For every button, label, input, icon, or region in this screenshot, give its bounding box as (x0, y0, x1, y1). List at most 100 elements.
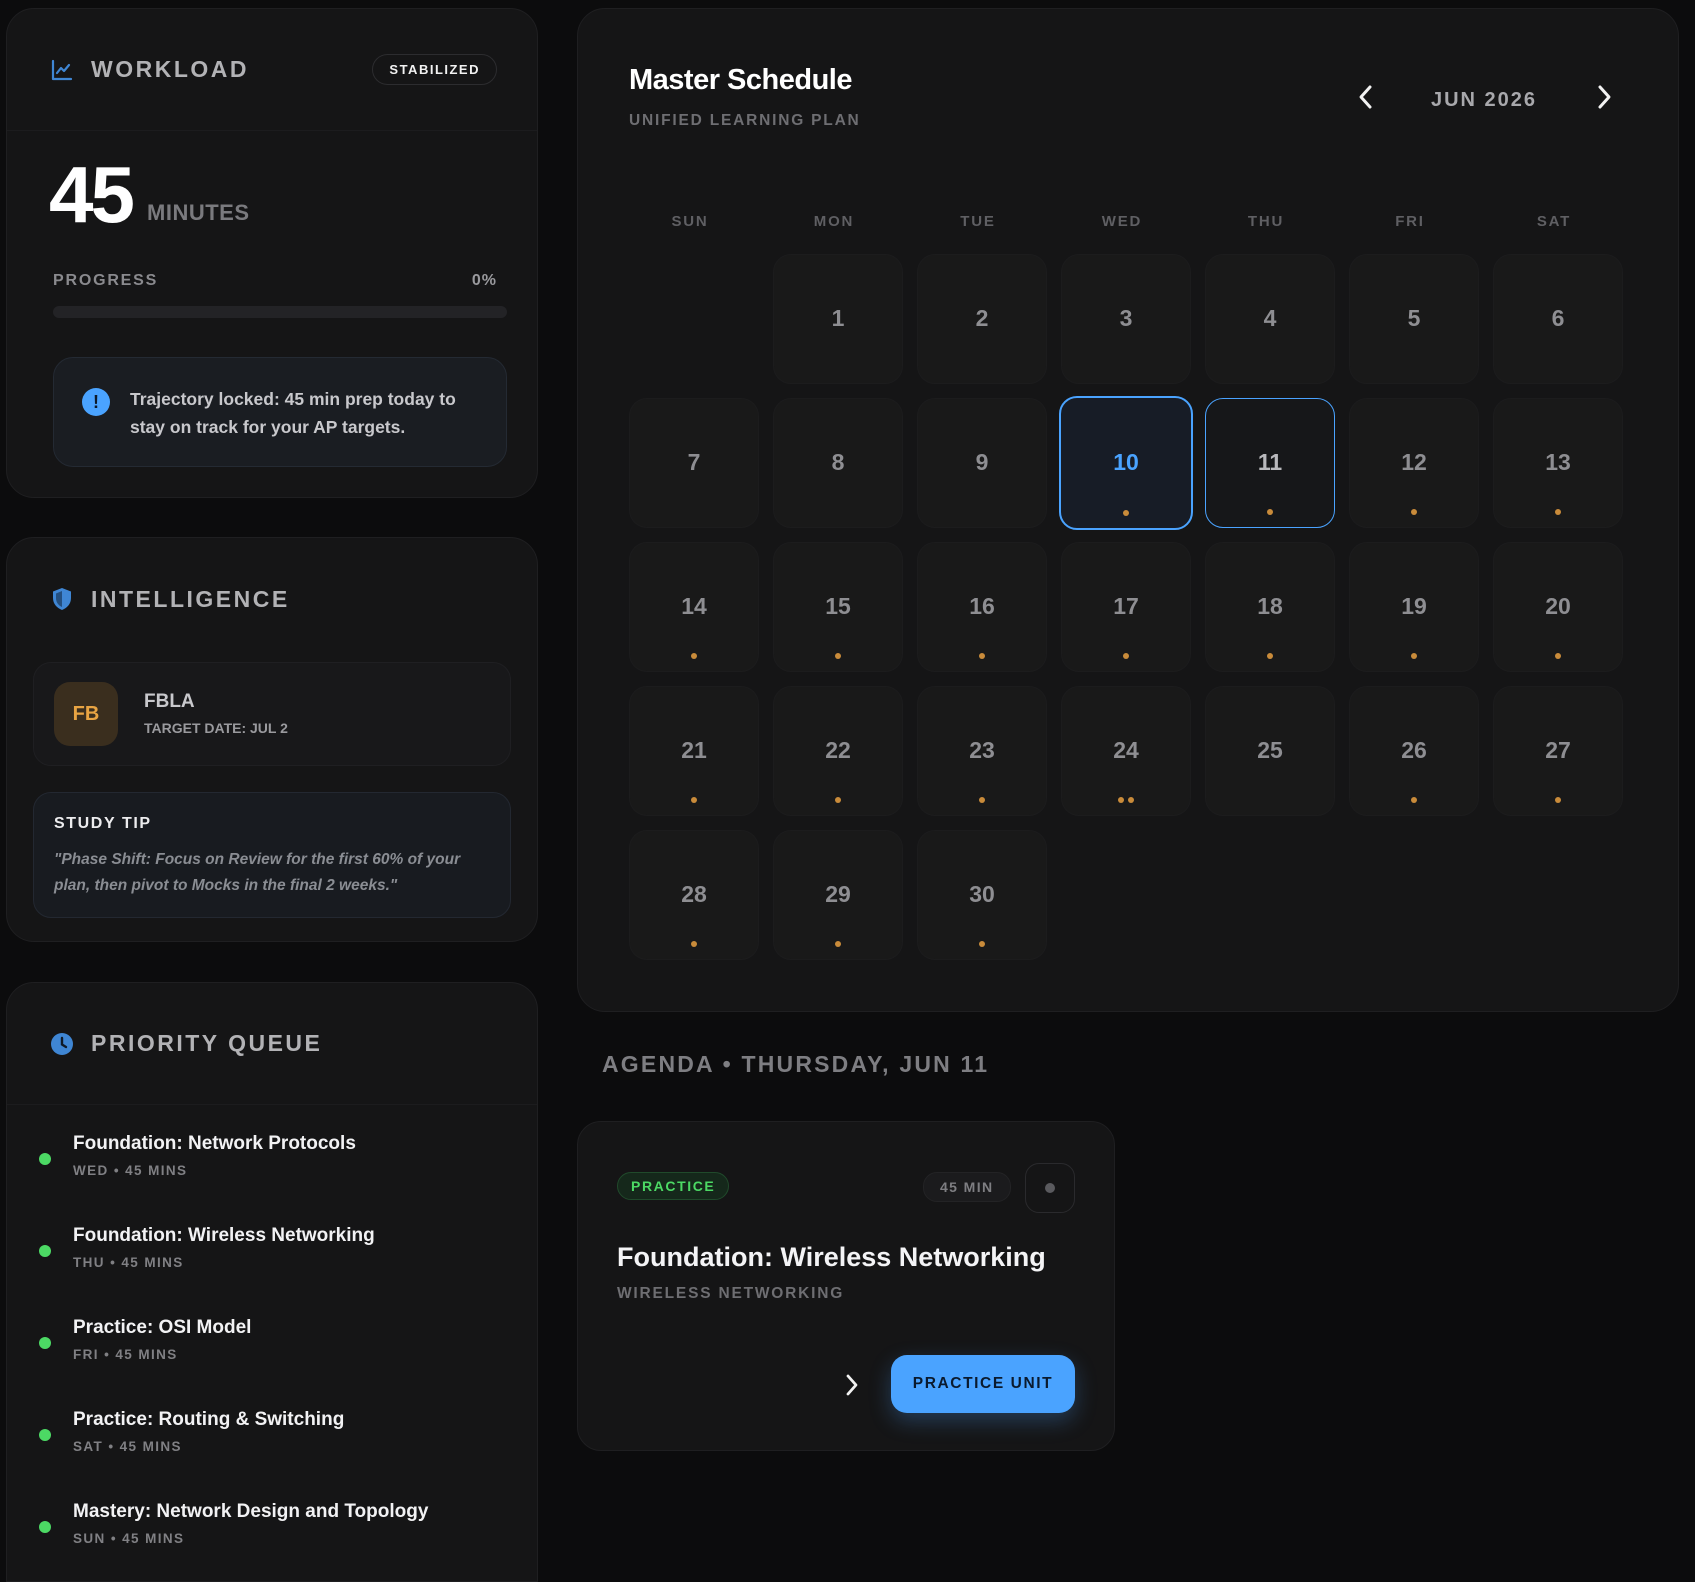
day-number: 29 (825, 880, 851, 907)
calendar-day[interactable]: 28 (629, 830, 759, 960)
session-dot (979, 797, 985, 803)
queue-item-title: Mastery: Network Design and Topology (73, 1501, 429, 1522)
calendar-day[interactable]: 3 (1061, 254, 1191, 384)
weekday-label: SAT (1536, 213, 1572, 230)
duration-badge: 45 MIN (923, 1172, 1011, 1202)
queue-item-meta: FRI • 45 MINS (73, 1347, 178, 1362)
session-dots (1494, 797, 1622, 803)
expand-button[interactable] (836, 1369, 868, 1401)
session-dots (630, 797, 758, 803)
study-tip-title: STUDY TIP (54, 815, 152, 832)
calendar-day[interactable]: 25 (1205, 686, 1335, 816)
calendar-day[interactable]: 17 (1061, 542, 1191, 672)
session-dots (1062, 653, 1190, 659)
session-dots (918, 653, 1046, 659)
session-dot (835, 941, 841, 947)
calendar-day[interactable]: 27 (1493, 686, 1623, 816)
session-dots (918, 797, 1046, 803)
day-number: 20 (1545, 592, 1571, 619)
intelligence-panel: INTELLIGENCE FB FBLA TARGET DATE: JUL 2 … (6, 537, 538, 942)
calendar-day[interactable]: 5 (1349, 254, 1479, 384)
day-number: 17 (1113, 592, 1139, 619)
status-dot (39, 1337, 51, 1349)
calendar-day[interactable]: 15 (773, 542, 903, 672)
agenda-item-subtitle: WIRELESS NETWORKING (617, 1285, 845, 1302)
avatar: FB (54, 682, 118, 746)
agenda-card: PRACTICE 45 MIN Foundation: Wireless Net… (577, 1121, 1115, 1451)
weekday-label: TUE (960, 213, 996, 230)
target-card[interactable]: FB FBLA TARGET DATE: JUL 2 (33, 662, 511, 766)
session-dot (691, 797, 697, 803)
calendar-day[interactable]: 6 (1493, 254, 1623, 384)
target-name: FBLA (144, 691, 195, 712)
calendar-day[interactable]: 20 (1493, 542, 1623, 672)
calendar-day[interactable]: 18 (1205, 542, 1335, 672)
trajectory-alert: ! Trajectory locked: 45 min prep today t… (53, 357, 507, 467)
list-item[interactable]: Foundation: Wireless Networking THU • 45… (39, 1225, 519, 1285)
calendar-day[interactable]: 30 (917, 830, 1047, 960)
weekday-label: THU (1247, 213, 1285, 230)
complete-toggle-button[interactable] (1025, 1163, 1075, 1213)
priority-queue-panel: PRIORITY QUEUE Foundation: Network Proto… (6, 982, 538, 1582)
calendar-day[interactable]: 8 (773, 398, 903, 528)
session-dot (1411, 653, 1417, 659)
day-number: 6 (1551, 304, 1565, 331)
weekday-label: SUN (671, 213, 709, 230)
calendar-day[interactable]: 2 (917, 254, 1047, 384)
practice-tag: PRACTICE (617, 1172, 730, 1200)
day-number: 11 (1257, 448, 1283, 475)
calendar-day-today[interactable]: 10 (1059, 396, 1193, 530)
intelligence-header: INTELLIGENCE (7, 538, 537, 660)
prev-month-button[interactable] (1349, 81, 1381, 113)
session-dot (1123, 510, 1129, 516)
list-item[interactable]: Mastery: Network Design and Topology SUN… (39, 1501, 519, 1561)
session-dots (1350, 509, 1478, 515)
session-dots (630, 653, 758, 659)
calendar-day[interactable]: 24 (1061, 686, 1191, 816)
session-dot (691, 653, 697, 659)
calendar-day[interactable]: 12 (1349, 398, 1479, 528)
list-item[interactable]: Practice: OSI Model FRI • 45 MINS (39, 1317, 519, 1377)
day-number: 25 (1257, 736, 1283, 763)
session-dots (1206, 653, 1334, 659)
calendar-day[interactable]: 16 (917, 542, 1047, 672)
day-number: 7 (687, 448, 701, 475)
calendar-day[interactable]: 4 (1205, 254, 1335, 384)
day-number: 19 (1401, 592, 1427, 619)
intelligence-title: INTELLIGENCE (91, 585, 290, 612)
list-item[interactable]: Practice: Routing & Switching SAT • 45 M… (39, 1409, 519, 1469)
next-month-button[interactable] (1589, 81, 1621, 113)
calendar-day[interactable]: 14 (629, 542, 759, 672)
day-number: 13 (1545, 448, 1571, 475)
study-tip-card: STUDY TIP "Phase Shift: Focus on Review … (33, 792, 511, 918)
calendar-day[interactable]: 19 (1349, 542, 1479, 672)
day-number: 3 (1119, 304, 1133, 331)
status-dot (39, 1521, 51, 1533)
session-dot (835, 797, 841, 803)
calendar-day[interactable]: 22 (773, 686, 903, 816)
day-number: 18 (1257, 592, 1283, 619)
session-dots (1350, 797, 1478, 803)
session-dot (979, 941, 985, 947)
day-number: 1 (831, 304, 845, 331)
trend-chart-icon (49, 57, 75, 83)
session-dot (1267, 653, 1273, 659)
calendar-day[interactable]: 9 (917, 398, 1047, 528)
calendar-day-selected[interactable]: 11 (1205, 398, 1335, 528)
practice-unit-button[interactable]: PRACTICE UNIT (891, 1355, 1075, 1413)
calendar-day[interactable]: 1 (773, 254, 903, 384)
workload-minutes: 45 (49, 150, 135, 239)
progress-bar (53, 306, 507, 318)
calendar-day[interactable]: 23 (917, 686, 1047, 816)
calendar-day[interactable]: 13 (1493, 398, 1623, 528)
queue-item-title: Practice: OSI Model (73, 1317, 252, 1338)
list-item[interactable]: Foundation: Network Protocols WED • 45 M… (39, 1133, 519, 1193)
calendar-day[interactable]: 26 (1349, 686, 1479, 816)
clock-icon (49, 1031, 75, 1057)
day-number: 24 (1113, 736, 1139, 763)
calendar-day[interactable]: 29 (773, 830, 903, 960)
calendar-day[interactable]: 7 (629, 398, 759, 528)
calendar-day[interactable]: 21 (629, 686, 759, 816)
workload-title: WORKLOAD (91, 56, 249, 82)
day-number: 22 (825, 736, 851, 763)
